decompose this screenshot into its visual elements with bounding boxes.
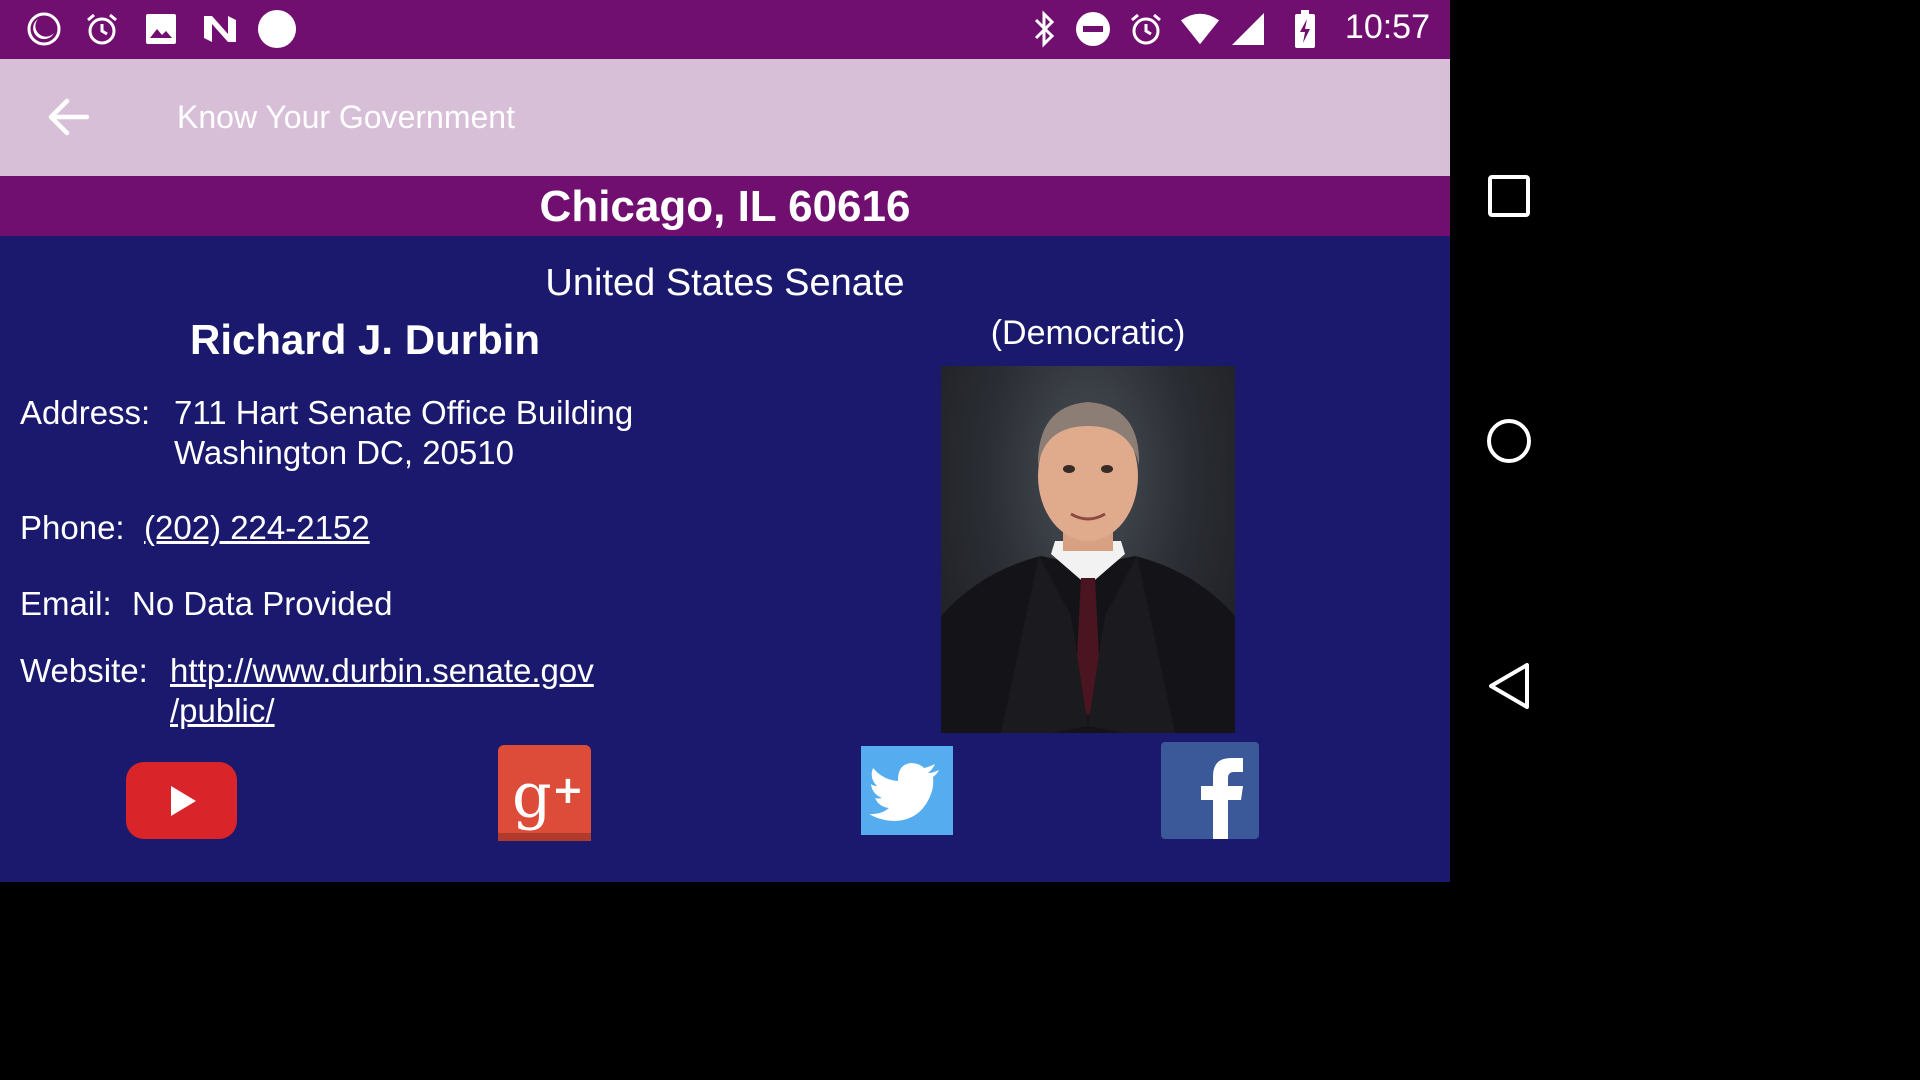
recents-button[interactable] — [1479, 166, 1539, 226]
address-label: Address: — [20, 394, 151, 431]
website-link-line-1[interactable]: http://www.durbin.senate.gov — [170, 651, 594, 691]
alarm-icon — [82, 9, 122, 49]
svg-text:g: g — [512, 759, 552, 832]
facebook-button[interactable] — [1161, 742, 1259, 839]
website-label: Website: — [20, 652, 148, 689]
youtube-icon — [126, 762, 237, 839]
status-bar: 10:57 — [0, 0, 1450, 59]
navigation-bar — [1450, 0, 1568, 882]
official-party: (Democratic) — [990, 314, 1186, 352]
image-icon — [141, 9, 181, 49]
signal-icon — [1228, 9, 1268, 49]
official-name: Richard J. Durbin — [190, 316, 541, 363]
google-plus-icon: g + — [498, 745, 591, 841]
address-line-2: Washington DC, 20510 — [174, 434, 514, 471]
address-line-1: 711 Hart Senate Office Building — [174, 394, 634, 431]
bluetooth-icon — [1024, 9, 1064, 49]
app-bar: Know Your Government — [0, 59, 1450, 176]
email-value: No Data Provided — [132, 585, 393, 622]
facebook-icon — [1161, 742, 1259, 839]
circle-icon — [257, 9, 297, 49]
do-not-disturb-icon — [1073, 9, 1113, 49]
wifi-icon — [1180, 9, 1220, 49]
back-triangle-icon — [1489, 663, 1529, 709]
location-header: Chicago, IL 60616 — [0, 176, 1450, 236]
home-circle-icon — [1487, 419, 1531, 463]
official-photo[interactable] — [941, 366, 1235, 733]
n-logo-icon — [200, 9, 240, 49]
google-plus-button[interactable]: g + — [498, 745, 591, 841]
phone-label: Phone: — [20, 509, 125, 546]
status-time: 10:57 — [1344, 8, 1430, 46]
moon-icon — [24, 9, 64, 49]
phone-link[interactable]: (202) 224-2152 — [144, 508, 370, 548]
alarm-icon — [1126, 9, 1166, 49]
youtube-button[interactable] — [126, 762, 237, 839]
twitter-button[interactable] — [861, 746, 953, 835]
arrow-back-icon — [48, 98, 89, 136]
office-title: United States Senate — [545, 262, 905, 304]
app-title: Know Your Government — [177, 99, 515, 135]
email-label: Email: — [20, 585, 112, 622]
recents-square-icon — [1488, 175, 1530, 217]
nav-back-button[interactable] — [1479, 656, 1539, 716]
home-button[interactable] — [1479, 411, 1539, 471]
svg-text:+: + — [552, 768, 584, 812]
app-screen: 10:57 Know Your Government Chicago, IL 6… — [0, 0, 1450, 882]
battery-charging-icon — [1285, 9, 1325, 49]
back-button[interactable] — [30, 79, 106, 155]
website-link-line-2[interactable]: /public/ — [170, 691, 275, 731]
twitter-icon — [861, 746, 953, 835]
